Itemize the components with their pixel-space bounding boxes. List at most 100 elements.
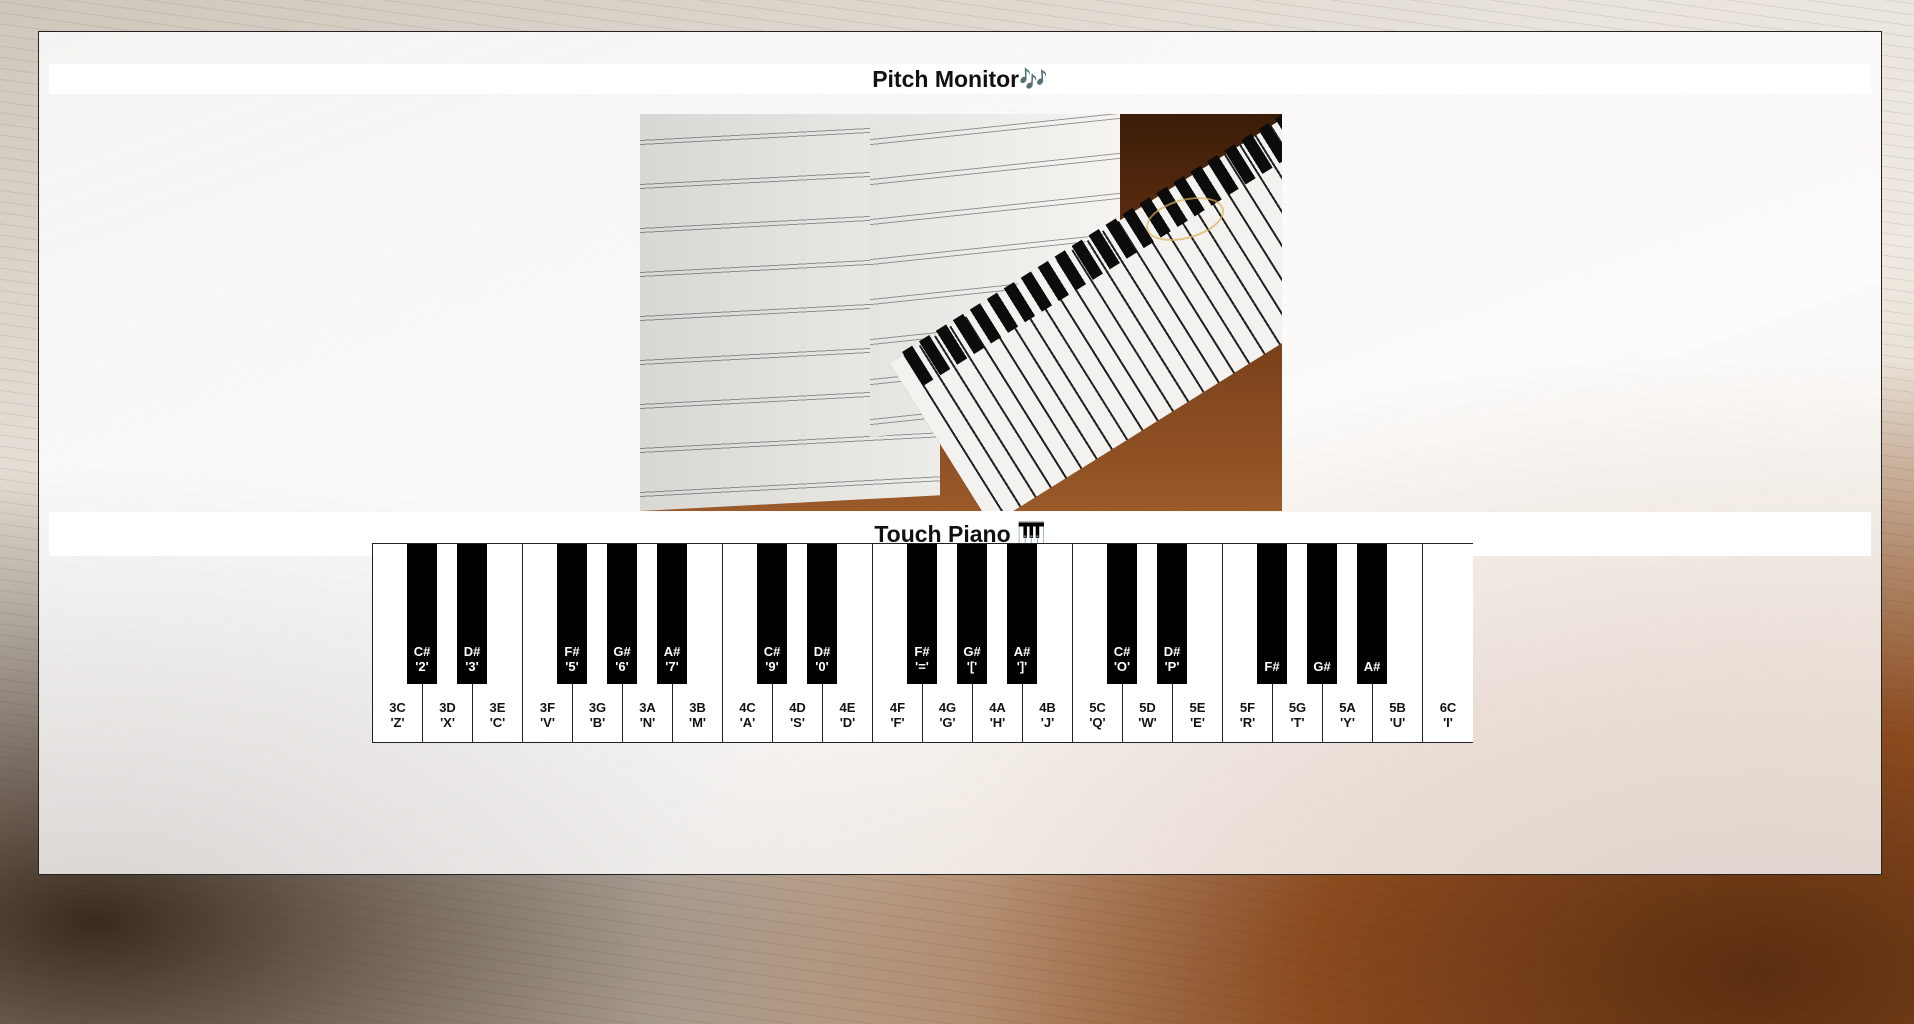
key-note-label: 3F — [539, 700, 556, 715]
key-shortcut-label: 'G' — [939, 715, 956, 730]
key-note-label: 4G — [938, 700, 957, 715]
white-key-label: 5F 'R' — [1223, 700, 1272, 730]
key-note-label: A# — [1013, 644, 1031, 659]
white-key-label: 4A 'H' — [973, 700, 1022, 730]
black-key-D-sharp[interactable]: D# '0' — [807, 544, 837, 684]
key-note-label: 4A — [989, 700, 1006, 715]
key-shortcut-label: 'M' — [688, 715, 706, 730]
black-key-A-sharp[interactable]: A# '7' — [657, 544, 687, 684]
black-key-label: G# — [1307, 659, 1337, 674]
key-shortcut-label: 'A' — [739, 715, 756, 730]
key-shortcut-label: 'X' — [440, 715, 455, 730]
key-note-label: D# — [1163, 644, 1181, 659]
key-shortcut-label: '[' — [966, 659, 978, 674]
key-note-label: 3C — [389, 700, 406, 715]
key-note-label: G# — [963, 644, 981, 659]
key-note-label: 5F — [1239, 700, 1256, 715]
key-note-label: 5E — [1189, 700, 1206, 715]
key-shortcut-label: 'H' — [989, 715, 1006, 730]
black-key-A-sharp[interactable]: A# ']' — [1007, 544, 1037, 684]
white-key-6C[interactable]: 6C 'I' — [1423, 544, 1473, 742]
key-shortcut-label: 'Z' — [390, 715, 405, 730]
key-note-label: C# — [763, 644, 781, 659]
key-shortcut-label: 'N' — [639, 715, 656, 730]
key-shortcut-label: ']' — [1016, 659, 1028, 674]
black-key-C-sharp[interactable]: C# 'O' — [1107, 544, 1137, 684]
key-note-label: D# — [463, 644, 481, 659]
key-note-label: 4B — [1039, 700, 1056, 715]
white-key-label: 4E 'D' — [823, 700, 872, 730]
black-key-label: D# '3' — [457, 644, 487, 674]
black-key-C-sharp[interactable]: C# '9' — [757, 544, 787, 684]
key-note-label: 4F — [889, 700, 906, 715]
black-key-D-sharp[interactable]: D# '3' — [457, 544, 487, 684]
key-note-label: 3E — [489, 700, 506, 715]
key-note-label: 4C — [739, 700, 756, 715]
key-shortcut-label: 'C' — [489, 715, 506, 730]
black-key-label: A# ']' — [1007, 644, 1037, 674]
main-panel: Pitch Monitor🎶 Touch Piano 🎹 — [38, 31, 1882, 875]
key-shortcut-label: 'P' — [1164, 659, 1180, 674]
white-key-label: 3A 'N' — [623, 700, 672, 730]
black-key-F-sharp[interactable]: F# — [1257, 544, 1287, 684]
key-shortcut-label: '7' — [665, 659, 679, 674]
white-key-label: 3B 'M' — [673, 700, 722, 730]
touch-piano-keyboard: 3C 'Z' 3D 'X' 3E 'C' 3F 'V' 3G 'B' 3A 'N' 3B 'M' 4C 'A'… — [372, 543, 1473, 743]
key-note-label: G# — [1313, 659, 1331, 674]
white-key-label: 3E 'C' — [473, 700, 522, 730]
white-key-label: 5G 'T' — [1273, 700, 1322, 730]
key-note-label: 4E — [839, 700, 856, 715]
white-key-label: 4D 'S' — [773, 700, 822, 730]
white-key-label: 6C 'I' — [1423, 700, 1473, 730]
black-key-G-sharp[interactable]: G# '6' — [607, 544, 637, 684]
key-note-label: 5C — [1089, 700, 1106, 715]
key-shortcut-label: 'V' — [540, 715, 555, 730]
white-key-label: 5D 'W' — [1123, 700, 1172, 730]
black-key-label: D# 'P' — [1157, 644, 1187, 674]
key-note-label: 3B — [689, 700, 706, 715]
black-key-G-sharp[interactable]: G# '[' — [957, 544, 987, 684]
key-shortcut-label: '0' — [815, 659, 829, 674]
key-shortcut-label: '9' — [765, 659, 779, 674]
white-key-label: 3C 'Z' — [373, 700, 422, 730]
black-key-F-sharp[interactable]: F# '=' — [907, 544, 937, 684]
black-key-label: C# '9' — [757, 644, 787, 674]
key-note-label: 3G — [588, 700, 607, 715]
white-key-label: 3F 'V' — [523, 700, 572, 730]
key-note-label: G# — [613, 644, 631, 659]
key-shortcut-label: '2' — [415, 659, 429, 674]
key-note-label: 5A — [1339, 700, 1356, 715]
black-key-label: F# — [1257, 659, 1287, 674]
black-key-label: F# '=' — [907, 644, 937, 674]
white-key-label: 4F 'F' — [873, 700, 922, 730]
key-shortcut-label: 'W' — [1138, 715, 1157, 730]
pitch-monitor-title: Pitch Monitor🎶 — [49, 64, 1871, 94]
key-shortcut-label: 'B' — [589, 715, 606, 730]
key-shortcut-label: 'O' — [1113, 659, 1131, 674]
black-key-label: A# '7' — [657, 644, 687, 674]
key-shortcut-label: 'F' — [890, 715, 905, 730]
black-key-C-sharp[interactable]: C# '2' — [407, 544, 437, 684]
key-shortcut-label: 'U' — [1389, 715, 1406, 730]
black-key-D-sharp[interactable]: D# 'P' — [1157, 544, 1187, 684]
black-key-G-sharp[interactable]: G# — [1307, 544, 1337, 684]
key-note-label: 5D — [1139, 700, 1156, 715]
white-key-label: 5B 'U' — [1373, 700, 1422, 730]
black-key-label: F# '5' — [557, 644, 587, 674]
key-note-label: D# — [813, 644, 831, 659]
black-key-label: G# '[' — [957, 644, 987, 674]
key-note-label: 5B — [1389, 700, 1406, 715]
key-note-label: F# — [914, 644, 930, 659]
key-shortcut-label: 'R' — [1239, 715, 1256, 730]
key-shortcut-label: '3' — [465, 659, 479, 674]
black-key-label: C# '2' — [407, 644, 437, 674]
key-note-label: A# — [663, 644, 681, 659]
black-key-F-sharp[interactable]: F# '5' — [557, 544, 587, 684]
black-key-A-sharp[interactable]: A# — [1357, 544, 1387, 684]
piano-photo — [640, 114, 1282, 511]
key-note-label: C# — [1113, 644, 1131, 659]
key-note-label: F# — [564, 644, 580, 659]
white-key-label: 3D 'X' — [423, 700, 472, 730]
key-shortcut-label: '5' — [565, 659, 579, 674]
key-shortcut-label: 'E' — [1190, 715, 1205, 730]
